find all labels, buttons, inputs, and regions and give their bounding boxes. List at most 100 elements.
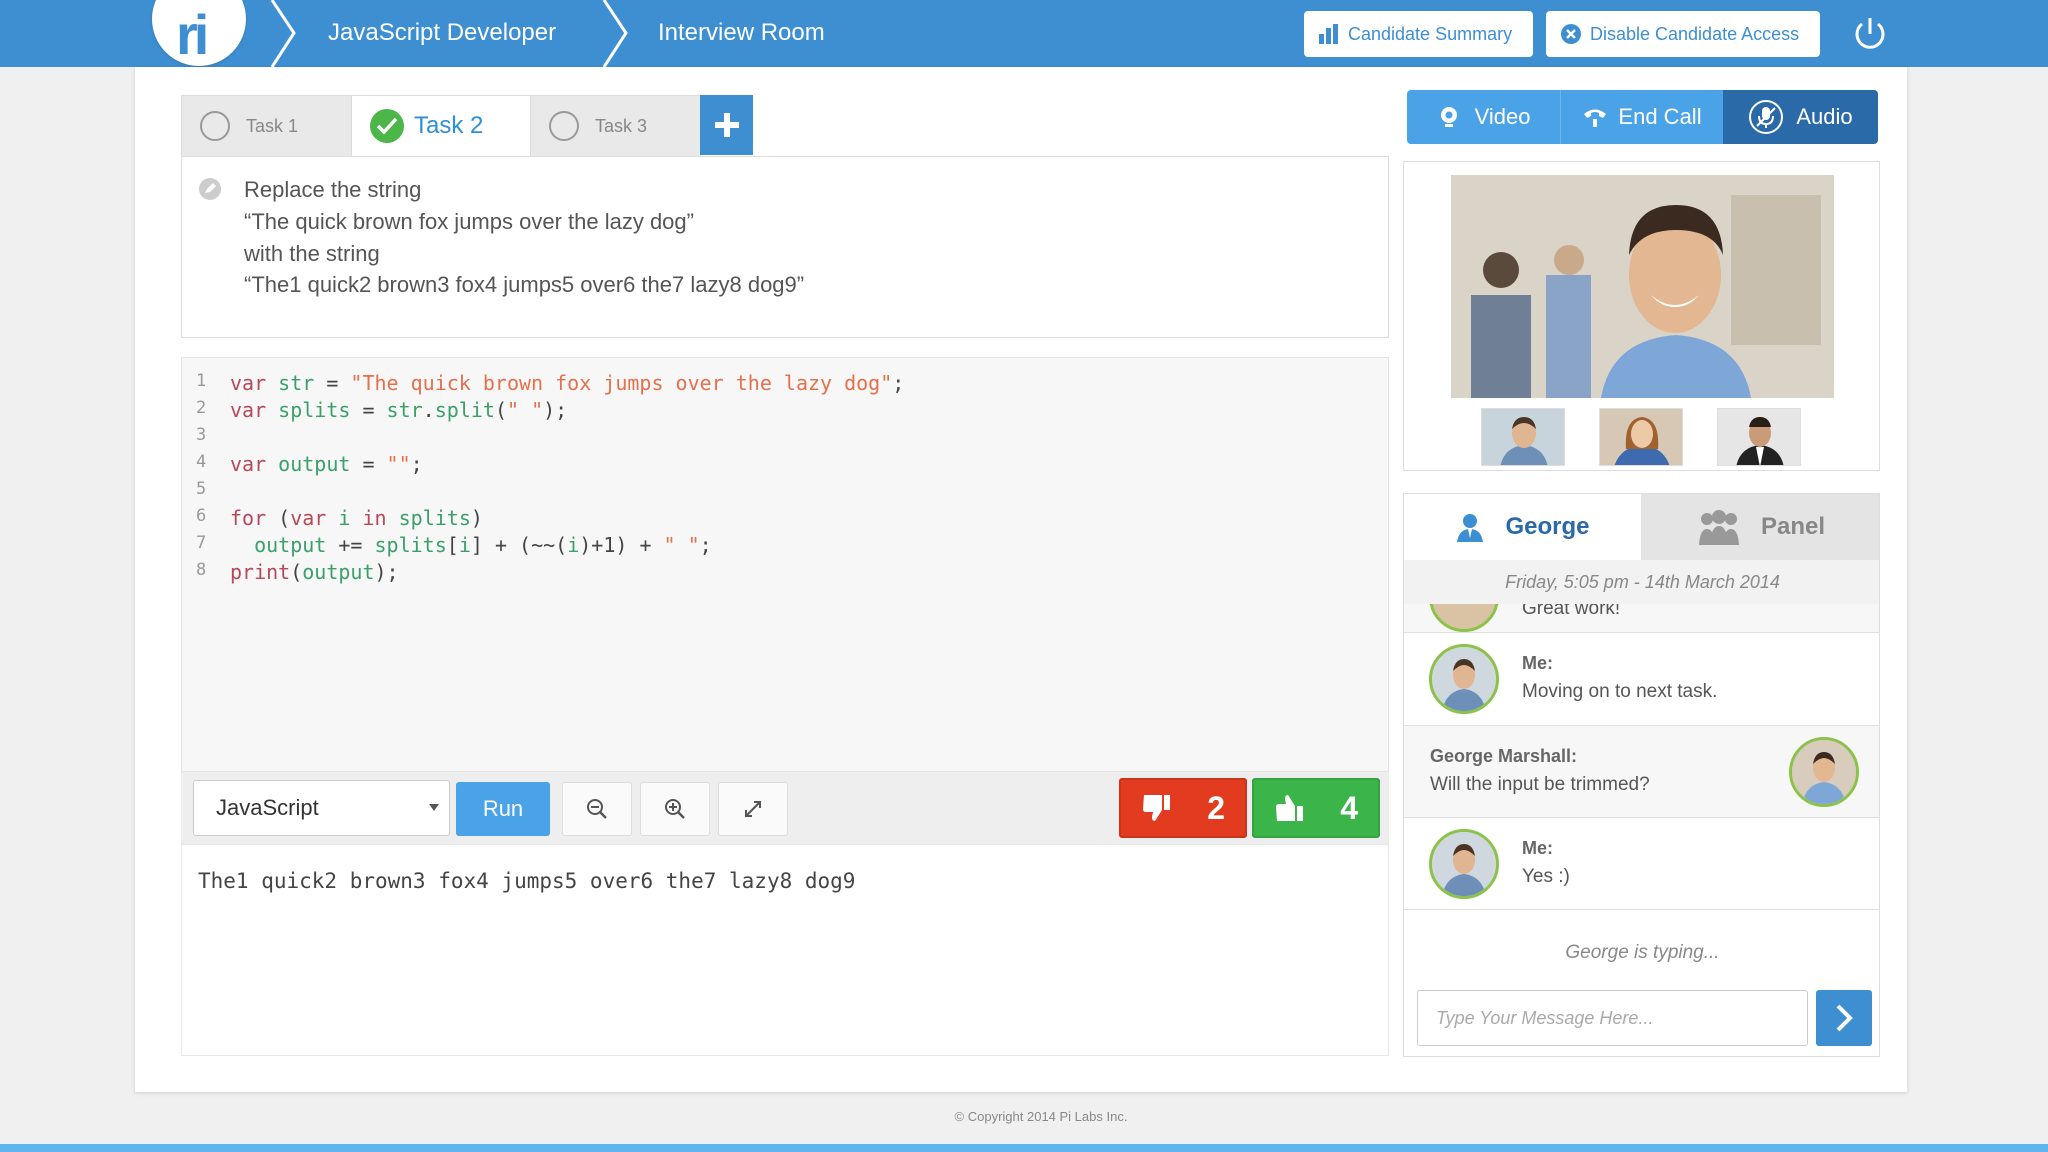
line-number: 2 [196,398,207,418]
run-button[interactable]: Run [456,782,550,836]
tab-panel-label: Panel [1760,513,1826,540]
chat-panel: George Panel Great work! Friday, 5:05 pm… [1403,493,1880,1057]
thumbs-down-icon [1143,795,1170,821]
copyright: © Copyright 2014 Pi Labs Inc. [0,1109,2048,1124]
line-number: 6 [196,506,207,526]
expand-icon [745,801,761,817]
chat-message: Me: Yes :) [1404,818,1879,910]
zoom-out-icon [587,799,607,819]
message-text: Will the input be trimmed? [1430,774,1650,795]
avatar [1789,737,1859,807]
language-value: JavaScript [216,795,319,820]
disable-candidate-access-button[interactable]: Disable Candidate Access [1546,11,1820,57]
participant-avatar [1482,409,1564,465]
candidate-summary-button[interactable]: Candidate Summary [1304,11,1533,57]
webcam-icon [1440,107,1457,127]
language-select[interactable]: JavaScript [193,780,450,836]
avatar [1429,829,1499,899]
message-text: Great work! [1522,604,1621,619]
code-text: output += splits[i] + (~~(i)+1) + " "; [254,533,712,557]
typing-indicator: George is typing... [1565,942,1720,963]
message-sender: Me: [1522,653,1553,673]
caret-down-icon [429,804,439,811]
fullscreen-button[interactable] [718,782,788,836]
tab-task-3[interactable]: Task 3 [530,95,701,157]
participant-video [1451,175,1834,398]
candidate-summary-label: Candidate Summary [1348,23,1513,44]
tab-task-1-label: Task 1 [246,115,299,136]
line-number: 5 [196,479,207,499]
avatar [1429,604,1499,632]
video-panel [1403,161,1880,471]
description-line: “The1 quick2 brown3 fox4 jumps5 over6 th… [244,272,805,297]
user-icon [1457,514,1484,542]
line-number: 1 [196,371,207,391]
participant-avatar [1718,409,1800,465]
audio-button[interactable]: Audio [1723,90,1878,144]
bottom-bar [0,1144,2048,1152]
bar-chart-icon [1318,24,1340,44]
plus-icon [714,113,739,137]
video-button[interactable]: Video [1407,90,1560,144]
thumbs-down-button[interactable]: 2 [1119,778,1247,838]
logo-text: ri [176,3,209,66]
line-number: 3 [196,425,207,445]
breadcrumb-room: Interview Room [658,19,825,46]
description-line: with the string [244,241,380,266]
thumbs-up-count: 4 [1340,789,1358,826]
chevron-right-icon [602,0,628,67]
description-line: “The quick brown fox jumps over the lazy… [244,209,694,234]
tab-george-label: George [1505,513,1590,540]
message-sender: Me: [1522,838,1553,858]
participant-thumbnail[interactable] [1599,408,1683,466]
tab-task-2[interactable]: Task 2 [351,95,531,157]
thumbs-up-button[interactable]: 4 [1252,778,1380,838]
copyright-icon: © [954,1109,968,1124]
chat-message-input[interactable] [1417,990,1808,1046]
add-task-button[interactable] [700,95,753,155]
check-circle-icon [370,109,404,143]
tab-panel[interactable]: Panel [1641,494,1879,560]
thumbs-down-count: 2 [1207,789,1225,826]
code-text: for (var i in splits) [230,506,483,530]
end-call-button[interactable]: End Call [1560,90,1723,144]
code-text: var str = "The quick brown fox jumps ove… [230,371,905,395]
video-label: Video [1474,104,1531,129]
breadcrumb-role[interactable]: JavaScript Developer [328,19,556,47]
radio-circle-icon [200,111,230,141]
code-text: var output = ""; [230,452,423,476]
line-number: 7 [196,533,207,553]
line-number: 4 [196,452,207,472]
output-console: The1 quick2 brown3 fox4 jumps5 over6 the… [181,844,1389,1056]
close-circle-icon [1560,23,1582,45]
chevron-right-icon [270,0,296,67]
tab-task-1[interactable]: Task 1 [181,95,352,157]
top-bar: ri JavaScript Developer Interview Room C… [0,0,2048,67]
chat-message: George Marshall: Will the input be trimm… [1404,726,1879,818]
group-icon [1698,510,1739,545]
participant-thumbnail[interactable] [1717,408,1801,466]
power-icon[interactable] [1850,14,1890,54]
chat-message: Great work! [1404,604,1879,633]
radio-circle-icon [549,111,579,141]
message-text: Yes :) [1522,866,1570,887]
zoom-in-button[interactable] [640,782,710,836]
thumbs-up-icon [1276,795,1303,821]
editor-toolbar: JavaScript Run 2 4 [181,772,1389,844]
avatar [1429,644,1499,714]
task-description: Replace the string “The quick brown fox … [181,156,1389,338]
tab-george[interactable]: George [1404,494,1641,560]
zoom-out-button[interactable] [562,782,632,836]
zoom-in-icon [665,799,685,819]
participant-thumbnail[interactable] [1481,408,1565,466]
microphone-icon [1749,100,1784,134]
main-video-feed[interactable] [1451,175,1834,398]
pencil-circle-icon[interactable] [198,177,222,201]
copyright-text: Copyright 2014 Pi Labs Inc. [967,1109,1128,1124]
chat-message: Me: Moving on to next task. [1404,633,1879,726]
chat-date: Friday, 5:05 pm - 14th March 2014 [1404,560,1879,604]
audio-label: Audio [1796,104,1853,129]
send-button[interactable] [1816,990,1872,1046]
code-editor[interactable]: 1 var str = "The quick brown fox jumps ov… [181,357,1389,772]
participant-avatar [1600,409,1682,465]
